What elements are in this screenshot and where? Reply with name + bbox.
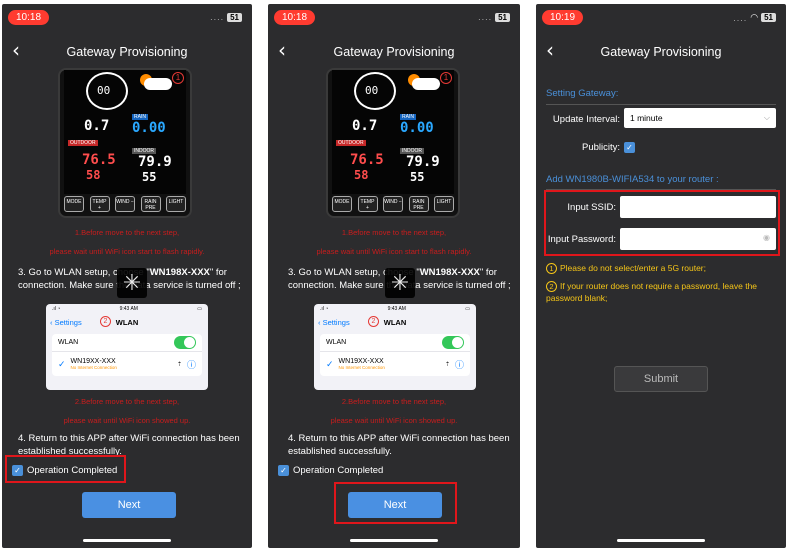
signal-icon: .... bbox=[733, 12, 748, 23]
indoor-temp-value: 79.9 bbox=[406, 154, 440, 170]
status-time: 10:18 bbox=[274, 10, 316, 25]
highlight-box bbox=[5, 455, 126, 483]
wlan-settings-screenshot: .ıl ◔ 9:43 AM ▭ ‹ Settings 2 WLAN WLAN ✓ WN… bbox=[314, 304, 476, 390]
battery-icon: 51 bbox=[227, 12, 242, 22]
nav-bar: ‹ Gateway Provisioning bbox=[268, 38, 520, 64]
status-bar: 10:18 .... 51 bbox=[268, 4, 520, 32]
section-setting-gateway: Setting Gateway: bbox=[546, 88, 619, 99]
home-indicator bbox=[350, 539, 438, 542]
device-key-temp: TEMP + bbox=[89, 196, 110, 212]
marker-1-icon: 1 bbox=[172, 72, 184, 84]
cloud-icon bbox=[144, 78, 172, 90]
marker-1-icon: 1 bbox=[440, 72, 452, 84]
warning-text: 1.Before move to the next step, bbox=[74, 228, 180, 237]
phone-screen-3: 10:19 .... ◠ 51 ‹ Gateway Provisioning Set… bbox=[536, 4, 786, 548]
device-key-light: LIGHT bbox=[434, 196, 454, 212]
page-title: Gateway Provisioning bbox=[66, 45, 188, 59]
outdoor-humidity-value: 58 bbox=[86, 168, 101, 182]
wifi-icon: ⇡ bbox=[176, 361, 182, 368]
home-indicator bbox=[617, 539, 705, 542]
update-interval-label: Update Interval: bbox=[552, 114, 620, 125]
warning-text: please wait until WiFi icon start to fla… bbox=[316, 247, 472, 256]
device-key-wind: WIND − bbox=[383, 196, 403, 212]
chevron-down-icon: ⌵ bbox=[763, 113, 770, 122]
device-key-rain: RAIN PRE bbox=[408, 196, 429, 212]
device-key-light: LIGHT bbox=[166, 196, 186, 212]
indoor-humidity-value: 55 bbox=[142, 170, 157, 184]
back-chevron-icon[interactable]: ‹ bbox=[12, 38, 20, 62]
update-interval-select[interactable]: 1 minute ⌵ bbox=[624, 108, 776, 128]
checkmark-icon: ✓ bbox=[326, 358, 334, 369]
note-2: 2 If your router does not require a passw… bbox=[546, 281, 758, 303]
wifi-icon: ⇡ bbox=[444, 361, 450, 368]
outdoor-temp-value: 76.5 bbox=[350, 152, 384, 168]
step-4-text: 4. Return to this APP after WiFi connect… bbox=[288, 433, 510, 457]
wind-speed-value: 0.7 bbox=[84, 118, 110, 134]
outdoor-temp-value: 76.5 bbox=[82, 152, 116, 168]
wind-speed-value: 0.7 bbox=[352, 118, 378, 134]
page-title: Gateway Provisioning bbox=[333, 45, 455, 59]
weather-station-image: 00 1 RAIN 0.7 0.00 OUTDOOR INDOOR 76.5 5… bbox=[326, 68, 460, 218]
highlight-box bbox=[544, 190, 780, 256]
back-chevron-icon[interactable]: ‹ bbox=[546, 38, 554, 62]
publicity-checkbox[interactable]: ✓ bbox=[624, 142, 635, 153]
rain-value: 0.00 bbox=[132, 120, 166, 136]
warning-text: please wait until WiFi icon showed up. bbox=[63, 416, 191, 425]
warning-text: please wait until WiFi icon start to fla… bbox=[49, 247, 205, 256]
weather-station-image: 00 1 RAIN 0.7 0.00 OUTDOOR INDOOR 76.5 5… bbox=[58, 68, 192, 218]
indoor-humidity-value: 55 bbox=[410, 170, 425, 184]
device-key-rain: RAIN PRE bbox=[140, 196, 161, 212]
checkbox-checked-icon[interactable]: ✓ bbox=[278, 465, 289, 476]
next-button[interactable]: Next bbox=[82, 492, 176, 518]
nav-bar: ‹ Gateway Provisioning bbox=[2, 38, 252, 64]
warning-text: 1.Before move to the next step, bbox=[341, 228, 447, 237]
section-add-router: Add WN1980B-WIFIA534 to your router : bbox=[546, 174, 719, 185]
home-indicator bbox=[83, 539, 171, 542]
warning-text: please wait until WiFi icon showed up. bbox=[330, 416, 458, 425]
network-name: WN19XX-XXX bbox=[338, 358, 384, 365]
cloud-icon bbox=[412, 78, 440, 90]
highlight-box bbox=[334, 482, 457, 524]
wifi-status-icon: ◠ bbox=[750, 12, 759, 22]
phone-screen-1: 10:18 .... 51 ‹ Gateway Provisioning 00 1… bbox=[2, 4, 252, 548]
signal-icon: .... bbox=[478, 12, 493, 22]
rain-value: 0.00 bbox=[400, 120, 434, 136]
operation-completed-checkbox[interactable]: ✓ Operation Completed bbox=[278, 465, 383, 476]
status-bar: 10:19 .... ◠ 51 bbox=[536, 4, 786, 32]
warning-text: 2.Before move to the next step, bbox=[341, 397, 447, 406]
loading-spinner-icon: ✳ bbox=[117, 268, 147, 298]
wlan-toggle bbox=[174, 336, 196, 349]
network-name: WN19XX-XXX bbox=[70, 358, 116, 365]
device-key-mode: MODE bbox=[64, 196, 84, 212]
battery-icon: 51 bbox=[761, 13, 776, 22]
phone-screen-2: 10:18 .... 51 ‹ Gateway Provisioning 00 1… bbox=[268, 4, 520, 548]
status-time: 10:19 bbox=[542, 10, 584, 25]
device-key-temp: TEMP + bbox=[357, 196, 378, 212]
page-title: Gateway Provisioning bbox=[600, 45, 722, 59]
loading-spinner-icon: ✳ bbox=[385, 268, 415, 298]
info-icon: ⓘ bbox=[454, 359, 464, 370]
wlan-settings-screenshot: .ıl ◔ 9:43 AM ▭ ‹ Settings 2 WLAN WLAN ✓ WN… bbox=[46, 304, 208, 390]
divider bbox=[546, 104, 776, 105]
device-key-mode: MODE bbox=[332, 196, 352, 212]
info-icon: ⓘ bbox=[186, 359, 196, 370]
indoor-temp-value: 79.9 bbox=[138, 154, 172, 170]
signal-icon: .... bbox=[210, 12, 225, 22]
wind-compass: 00 bbox=[86, 72, 128, 110]
nav-bar: ‹ Gateway Provisioning bbox=[536, 38, 786, 64]
warning-text: 2.Before move to the next step, bbox=[74, 397, 180, 406]
wlan-toggle bbox=[442, 336, 464, 349]
device-key-wind: WIND − bbox=[115, 196, 135, 212]
back-chevron-icon[interactable]: ‹ bbox=[278, 38, 286, 62]
checkmark-icon: ✓ bbox=[58, 358, 66, 369]
note-1: 1 Please do not select/enter a 5G router; bbox=[546, 262, 776, 274]
submit-button[interactable]: Submit bbox=[614, 366, 708, 392]
outdoor-humidity-value: 58 bbox=[354, 168, 369, 182]
status-bar: 10:18 .... 51 bbox=[2, 4, 252, 32]
wind-compass: 00 bbox=[354, 72, 396, 110]
battery-icon: 51 bbox=[495, 12, 510, 22]
status-time: 10:18 bbox=[8, 10, 50, 25]
publicity-label: Publicity: bbox=[581, 142, 620, 153]
